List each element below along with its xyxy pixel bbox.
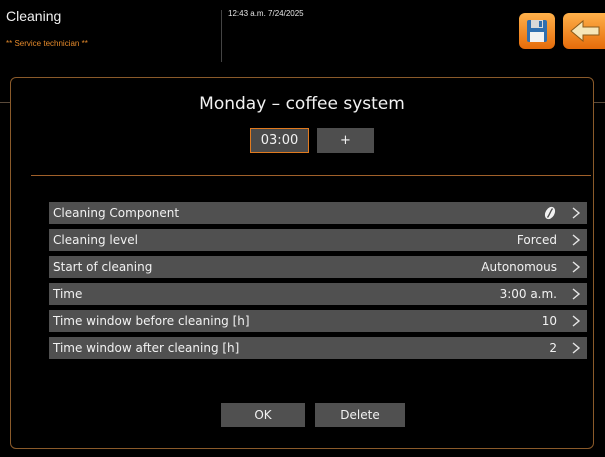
row-start-of-cleaning[interactable]: Start of cleaning Autonomous — [49, 256, 587, 278]
row-value: 3:00 a.m. — [499, 287, 557, 301]
chevron-right-icon — [572, 288, 581, 300]
back-button[interactable] — [563, 13, 605, 49]
save-button[interactable] — [519, 13, 555, 49]
ok-button[interactable]: OK — [221, 403, 305, 427]
user-role-label: ** Service technician ** — [6, 39, 88, 48]
row-label: Cleaning level — [53, 233, 138, 247]
page-title: Cleaning — [6, 8, 62, 24]
time-input[interactable]: 03:00 — [250, 128, 309, 153]
row-cleaning-level[interactable]: Cleaning level Forced — [49, 229, 587, 251]
row-label: Time — [53, 287, 83, 301]
coffee-bean-icon — [544, 206, 556, 220]
header-bar: Cleaning ** Service technician ** 12:43 … — [0, 0, 605, 70]
row-time-window-after[interactable]: Time window after cleaning [h] 2 — [49, 337, 587, 359]
row-label: Time window before cleaning [h] — [53, 314, 250, 328]
row-time[interactable]: Time 3:00 a.m. — [49, 283, 587, 305]
row-label: Start of cleaning — [53, 260, 153, 274]
row-label: Cleaning Component — [53, 206, 180, 220]
dialog-separator — [31, 175, 591, 176]
row-value: 10 — [541, 314, 557, 328]
row-time-window-before[interactable]: Time window before cleaning [h] 10 — [49, 310, 587, 332]
chevron-right-icon — [572, 207, 581, 219]
datetime-label: 12:43 a.m. 7/24/2025 — [228, 9, 304, 18]
row-cleaning-component[interactable]: Cleaning Component — [49, 202, 587, 224]
floppy-disk-icon — [527, 20, 547, 42]
row-label: Time window after cleaning [h] — [53, 341, 240, 355]
chevron-right-icon — [572, 261, 581, 273]
settings-list: Cleaning Component Cleaning level Forced… — [49, 202, 587, 364]
delete-button[interactable]: Delete — [315, 403, 405, 427]
cleaning-dialog: Monday – coffee system 03:00 + Cleaning … — [10, 77, 594, 449]
add-time-button[interactable]: + — [317, 128, 374, 153]
arrow-left-icon — [570, 19, 600, 43]
row-value: Autonomous — [481, 260, 557, 274]
chevron-right-icon — [572, 315, 581, 327]
header-divider — [221, 10, 222, 62]
row-value: Forced — [516, 233, 557, 247]
row-value: 2 — [549, 341, 557, 355]
dialog-title: Monday – coffee system — [199, 94, 405, 114]
chevron-right-icon — [572, 342, 581, 354]
chevron-right-icon — [572, 234, 581, 246]
